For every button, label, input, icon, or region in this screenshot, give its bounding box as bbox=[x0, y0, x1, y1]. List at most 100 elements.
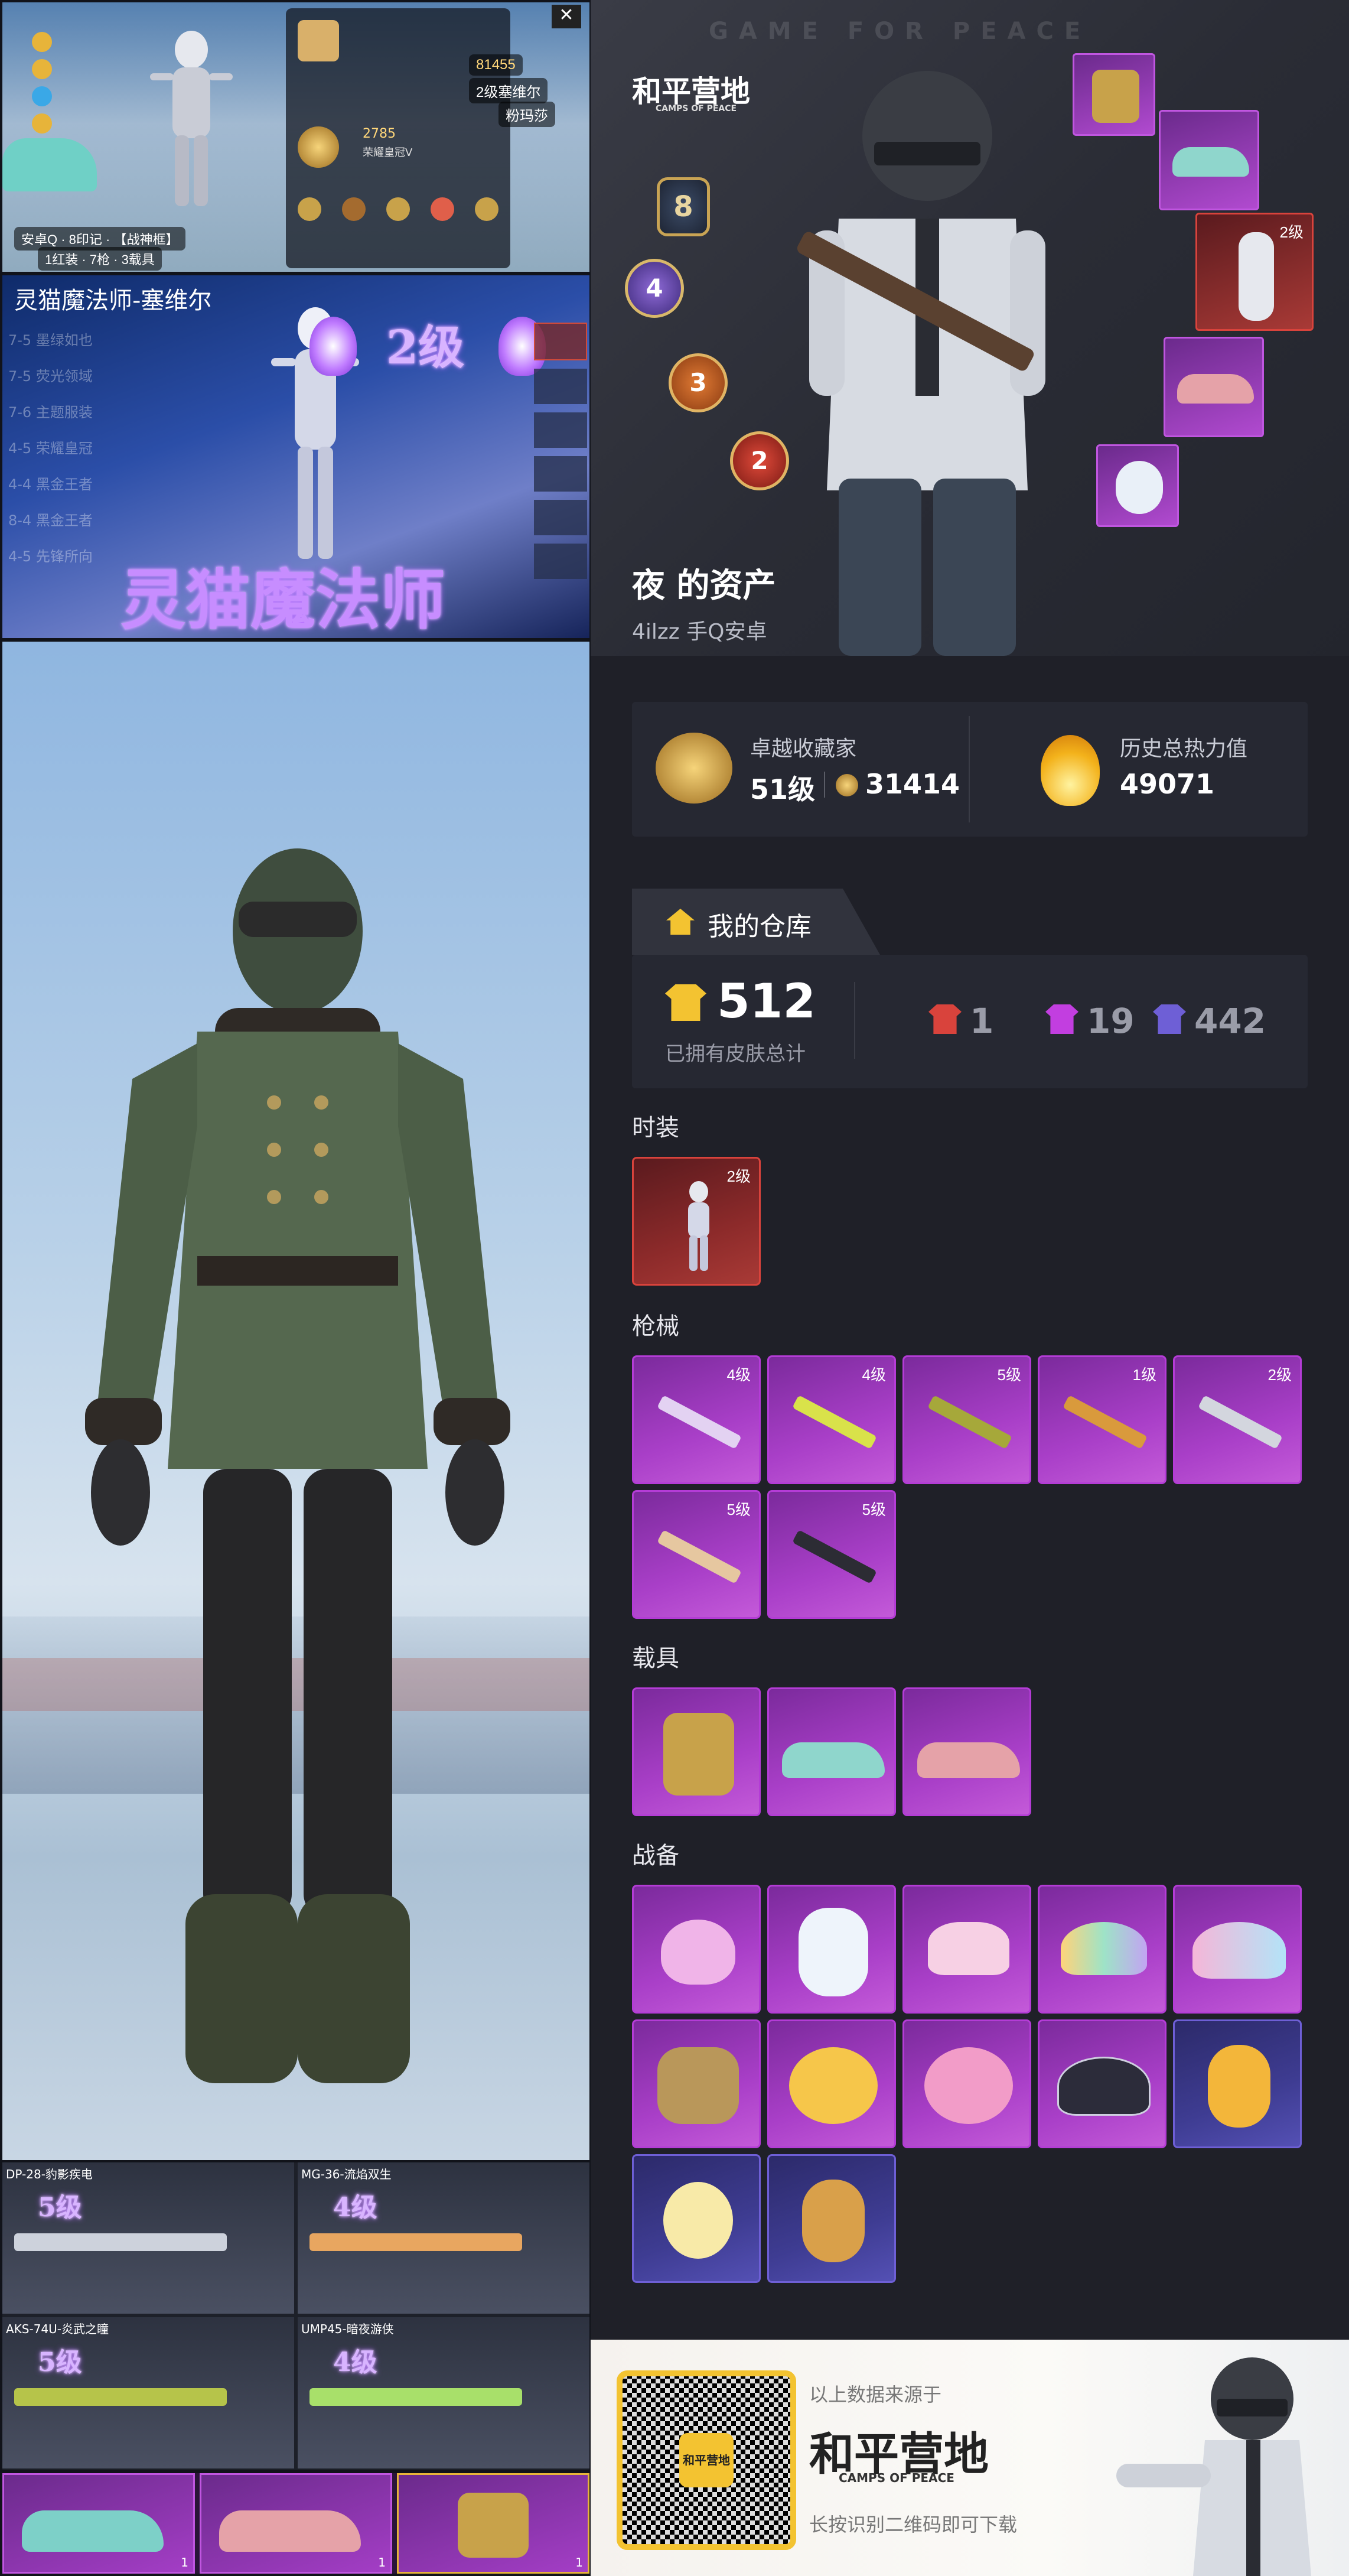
gun-item[interactable]: 4级 bbox=[632, 1355, 761, 1484]
account-summary-line-2: 1红装 · 7枪 · 3载具 bbox=[38, 247, 162, 271]
skin-thumb[interactable] bbox=[534, 323, 587, 360]
vehicle-card[interactable]: 1 bbox=[397, 2473, 589, 2574]
gear-item[interactable] bbox=[767, 2019, 896, 2148]
gear-item[interactable] bbox=[1038, 1885, 1166, 2014]
gear-item[interactable] bbox=[632, 2154, 761, 2283]
rifle-image bbox=[1063, 1395, 1148, 1449]
skin-menu-item[interactable]: 4-4 黑金王者 bbox=[8, 473, 156, 493]
rank-row bbox=[298, 197, 498, 227]
skin-thumb[interactable] bbox=[534, 500, 587, 535]
vehicle-item[interactable] bbox=[767, 1687, 896, 1816]
vehicle-card[interactable]: 1 bbox=[200, 2473, 392, 2574]
gear-item[interactable] bbox=[1038, 2019, 1166, 2148]
stats-card: 卓越收藏家 51级 31414 历史总热力值 49071 bbox=[632, 702, 1308, 837]
warehouse-tab[interactable]: 我的仓库 bbox=[632, 889, 880, 955]
skin-menu-item[interactable]: 7-6 主题服装 bbox=[8, 401, 156, 421]
left-screenshot-column: 2785 荣耀皇冠V 81455 2级塞维尔 粉玛莎 ✕ 安卓Q · 8印记 ·… bbox=[0, 0, 591, 2576]
collector-title: 卓越收藏家 bbox=[750, 737, 857, 761]
skin-thumb[interactable] bbox=[534, 456, 587, 492]
hero-item-car[interactable] bbox=[1164, 337, 1264, 437]
skin-showcase-panel: 灵猫魔法师-塞维尔 7-5 墨绿如也 7-5 荧光领域 7-6 主题服装 4-5… bbox=[2, 275, 589, 638]
skin-thumb[interactable] bbox=[534, 369, 587, 404]
car-image bbox=[1177, 374, 1254, 404]
user-title: 夜 的资产 bbox=[632, 567, 776, 605]
skin-menu-item[interactable]: 7-5 墨绿如也 bbox=[8, 328, 156, 349]
skin-menu: 7-5 墨绿如也 7-5 荧光领域 7-6 主题服装 4-5 荣耀皇冠 4-4 … bbox=[8, 328, 156, 565]
qr-center-logo: 和平营地 bbox=[679, 2433, 734, 2487]
car-image bbox=[219, 2510, 361, 2552]
gun-item[interactable]: 4级 bbox=[767, 1355, 896, 1484]
flame-icon bbox=[309, 317, 357, 376]
gear-item[interactable] bbox=[1173, 2019, 1302, 2148]
weapon-shot-level: 4级 bbox=[333, 2193, 377, 2223]
skin-menu-item[interactable]: 7-5 荧光领域 bbox=[8, 365, 156, 385]
medal-icon[interactable] bbox=[32, 59, 52, 79]
avatar[interactable] bbox=[298, 20, 339, 61]
skin-shirt-icon bbox=[665, 984, 706, 1021]
chat-icon[interactable] bbox=[32, 86, 52, 106]
vehicle-item[interactable] bbox=[632, 1687, 761, 1816]
qr-code[interactable]: 和平营地 bbox=[617, 2370, 796, 2550]
horse-mount-image bbox=[1092, 70, 1139, 123]
gun-item[interactable]: 2级 bbox=[1173, 1355, 1302, 1484]
close-icon[interactable]: ✕ bbox=[552, 5, 581, 28]
chick-pet-image bbox=[663, 2182, 733, 2259]
gear-item[interactable] bbox=[902, 1885, 1031, 2014]
item-level: 4级 bbox=[726, 1366, 751, 1384]
gear-item[interactable] bbox=[632, 1885, 761, 2014]
backpack-image bbox=[789, 2047, 878, 2124]
weapon-shot-title: AKS-74U-炎武之瞳 bbox=[6, 2322, 109, 2336]
rank-icon bbox=[386, 197, 410, 221]
collector-medal-icon bbox=[656, 733, 732, 804]
footer-banner: 和平营地 以上数据来源于 和平营地 CAMPS OF PEACE 长按识别二维码… bbox=[591, 2340, 1349, 2576]
vehicle-count: 1 bbox=[181, 2555, 188, 2570]
skin-level-text: 2级 bbox=[386, 321, 465, 375]
trophy-icon[interactable] bbox=[32, 32, 52, 52]
vehicle-strip: 1 1 1 bbox=[2, 2473, 589, 2574]
rank-icon bbox=[298, 197, 321, 221]
rank-name: 荣耀皇冠V bbox=[363, 147, 413, 159]
crown-icon[interactable] bbox=[32, 113, 52, 134]
rank-icon bbox=[475, 197, 498, 221]
gear-item[interactable] bbox=[632, 2019, 761, 2148]
rank-badge-icon bbox=[298, 126, 339, 168]
skin-header: 灵猫魔法师-塞维尔 bbox=[14, 287, 212, 314]
chicken-pet-image bbox=[1208, 2045, 1270, 2128]
profile-screenshot-panel: 2785 荣耀皇冠V 81455 2级塞维尔 粉玛莎 ✕ 安卓Q · 8印记 ·… bbox=[2, 2, 589, 272]
backpack-image bbox=[661, 1920, 735, 1985]
name-tag-1: 2级塞维尔 bbox=[469, 78, 548, 103]
gear-item[interactable] bbox=[1173, 1885, 1302, 2014]
cat-pet-image bbox=[1116, 461, 1163, 514]
hero-item-horse[interactable] bbox=[1073, 53, 1155, 136]
gear-item[interactable] bbox=[902, 2019, 1031, 2148]
gun-item[interactable]: 5级 bbox=[902, 1355, 1031, 1484]
skin-menu-item[interactable]: 8-4 黑金王者 bbox=[8, 509, 156, 529]
vehicle-card[interactable]: 1 bbox=[2, 2473, 195, 2574]
skin-menu-item[interactable]: 4-5 荣耀皇冠 bbox=[8, 437, 156, 457]
watermark-text: GAME FOR PEACE bbox=[709, 18, 1091, 45]
skin-thumb[interactable] bbox=[534, 412, 587, 448]
soldier-mascot-figure bbox=[1116, 2357, 1311, 2576]
vehicle-item[interactable] bbox=[902, 1687, 1031, 1816]
hero-item-car[interactable] bbox=[1159, 110, 1259, 210]
fashion-item[interactable]: 2级 bbox=[632, 1157, 761, 1286]
gun-item[interactable]: 5级 bbox=[767, 1490, 896, 1619]
car-image bbox=[1172, 147, 1249, 177]
section-gear: 战备 bbox=[632, 1842, 679, 1869]
purple-count: 19 bbox=[1087, 1001, 1135, 1041]
skin-thumb[interactable] bbox=[534, 544, 587, 579]
hero-item-outfit[interactable]: 2级 bbox=[1195, 213, 1314, 331]
gear-item[interactable] bbox=[767, 1885, 896, 2014]
gear-item[interactable] bbox=[767, 2154, 896, 2283]
vehicle-count: 1 bbox=[378, 2555, 386, 2570]
weapon-shot-level: 4级 bbox=[333, 2347, 377, 2377]
rank-number: 2785 bbox=[363, 126, 396, 141]
hero-item-pet[interactable] bbox=[1096, 444, 1179, 527]
gun-item[interactable]: 1级 bbox=[1038, 1355, 1166, 1484]
red-shirt-icon bbox=[928, 1004, 962, 1034]
item-level: 2级 bbox=[1267, 1366, 1292, 1384]
red-count: 1 bbox=[970, 1001, 994, 1041]
divider bbox=[969, 716, 970, 822]
gun-item[interactable]: 5级 bbox=[632, 1490, 761, 1619]
gun-image bbox=[14, 2233, 227, 2251]
